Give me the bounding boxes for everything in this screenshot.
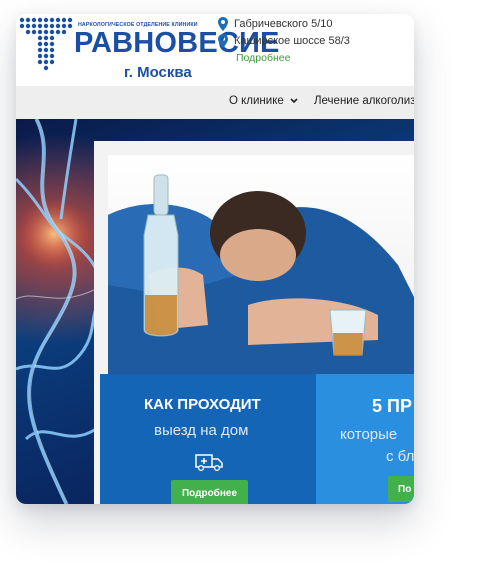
promo-more-button[interactable]: По [388,476,414,502]
promo-more-button[interactable]: Подробнее [171,480,248,504]
promo-home-visit[interactable]: КАК ПРОХОДИТ выезд на дом Подробнее [100,374,316,504]
hero-banner: КАК ПРОХОДИТ выезд на дом Подробнее 5 ПР… [16,119,414,504]
content-panel: КАК ПРОХОДИТ выезд на дом Подробнее 5 ПР… [94,141,414,504]
nav-item-about[interactable]: О клинике [229,95,298,107]
neuron-background-image [16,119,96,504]
addresses-more-link[interactable]: Подробнее [236,52,290,64]
promo-title: КАК ПРОХОДИТ [144,396,261,413]
address-1: Габричевского 5/10 [218,17,333,31]
map-pin-icon [218,34,228,48]
logo-cross-icon [19,17,73,71]
site-header: НАРКОЛОГИЧЕСКОЕ ОТДЕЛЕНИЕ КЛИНИКИ РАВНОВ… [16,14,414,86]
address-2-text: Каширское шоссе 58/3 [234,35,350,47]
map-pin-icon [218,17,228,31]
ambulance-icon [195,454,223,472]
nav-item-label: О клинике [229,95,284,107]
address-2: Каширское шоссе 58/3 [218,34,350,48]
site-logo[interactable]: НАРКОЛОГИЧЕСКОЕ ОТДЕЛЕНИЕ КЛИНИКИ РАВНОВ… [16,14,279,86]
drunk-man-photo [108,155,414,375]
address-1-text: Габричевского 5/10 [234,18,333,30]
nav-item-alcoholism[interactable]: Лечение алкоголизма [314,95,414,107]
promo-five-reasons[interactable]: 5 ПР которые с бл По [316,374,414,504]
promo-title: 5 ПР [372,396,412,416]
promo-subtitle: которые [340,426,398,443]
page-card: НАРКОЛОГИЧЕСКОЕ ОТДЕЛЕНИЕ КЛИНИКИ РАВНОВ… [16,14,414,504]
promo-subtitle-2: с бл [386,448,414,465]
chevron-down-icon [290,98,298,104]
bottle-icon [143,174,179,337]
main-nav: О клинике Лечение алкоголизма [16,86,414,119]
nav-item-label: Лечение алкоголизма [314,95,414,107]
man-with-bottle-illustration [108,174,414,375]
city-label: г. Москва [124,64,192,81]
promo-subtitle: выезд на дом [154,422,249,439]
